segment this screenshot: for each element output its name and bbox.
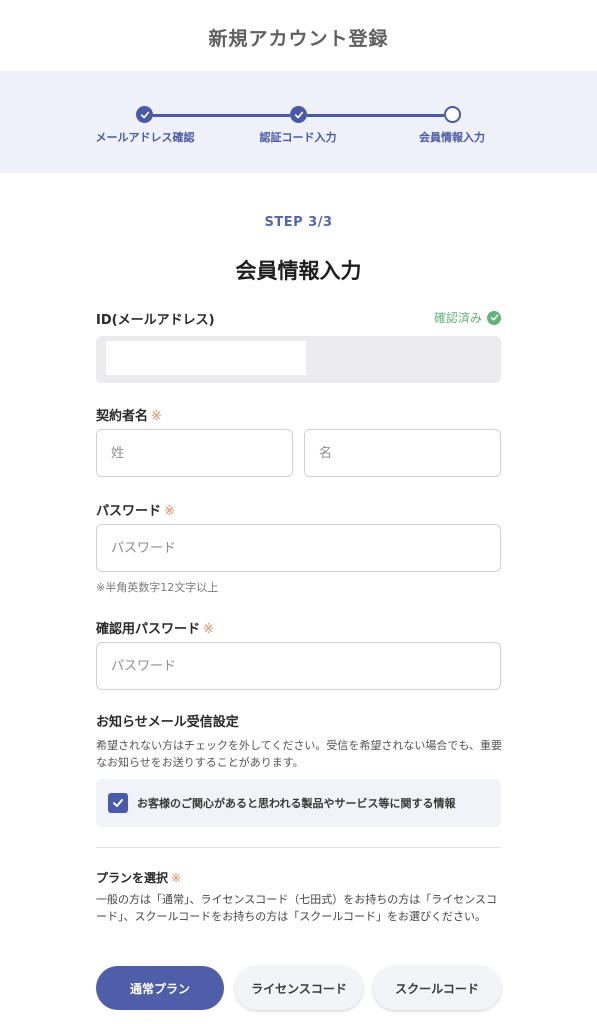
step-count: STEP 3/3 [264,215,333,230]
section-title: 会員情報入力 [235,259,362,283]
check-circle-icon [487,310,501,325]
plan-title: プランを選択 [96,871,169,885]
name-label: 契約者名 [96,409,149,424]
verified-text: 確認済み [433,311,482,325]
step-2-label: 認証コード入力 [259,131,337,144]
password-hint: ※半角英数字12文字以上 [96,581,219,594]
step-2-check-icon [290,106,307,123]
plan-normal-button[interactable]: 通常プラン [96,966,224,1010]
stepper-line-2 [307,114,444,117]
divider [96,847,501,848]
notification-description: 希望されない方はチェックを外してください。受信を希望されない場合でも、重要なお知… [96,739,503,769]
plan-title-row: プランを選択 ※ [96,869,181,886]
id-field [96,336,501,383]
step-3-label: 会員情報入力 [419,131,485,144]
confirm-password-label: 確認用パスワード [96,622,201,637]
first-name-input[interactable] [304,429,501,477]
plan-license-code-button[interactable]: ライセンスコード [235,966,363,1010]
step-1-label: メールアドレス確認 [95,131,195,144]
password-input[interactable] [96,524,501,572]
notification-title: お知らせメール受信設定 [96,715,239,730]
confirm-password-label-row: 確認用パスワード ※ [96,618,214,637]
confirm-password-input[interactable] [96,642,501,690]
required-mark: ※ [203,622,214,637]
required-mark: ※ [151,409,162,424]
stepper-line-1 [153,114,290,117]
plan-school-code-button[interactable]: スクールコード [373,966,501,1010]
required-mark: ※ [171,871,182,885]
id-label: ID(メールアドレス) [96,313,215,328]
password-label: パスワード [96,504,162,519]
step-3-current-circle-icon [444,106,461,123]
password-label-row: パスワード ※ [96,500,175,519]
last-name-input[interactable] [96,429,293,477]
verified-status: 確認済み [434,309,501,326]
id-value [106,341,306,375]
page-title: 新規アカウント登録 [208,28,389,50]
checkbox-checked-icon[interactable] [108,793,128,813]
newsletter-option[interactable]: お客様のご関心があると思われる製品やサービス等に関する情報 [96,779,501,827]
step-1-check-icon [136,106,153,123]
plan-description: 一般の方は「通常」、ライセンスコード（七田式）をお持ちの方は「ライセンスコード」… [96,893,498,923]
required-mark: ※ [164,504,175,519]
newsletter-option-label: お客様のご関心があると思われる製品やサービス等に関する情報 [137,797,456,810]
name-label-row: 契約者名 ※ [96,405,162,424]
